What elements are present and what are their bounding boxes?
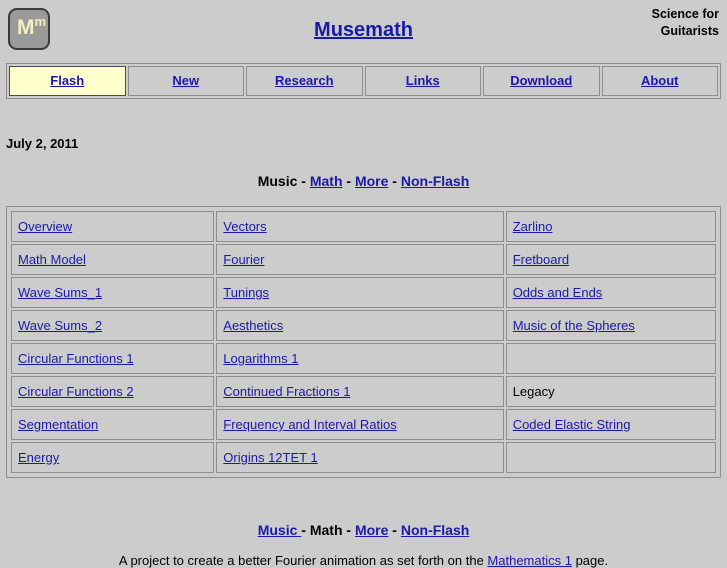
nav-tab-research-label: Research bbox=[274, 73, 334, 88]
topic-link-segmentation[interactable]: Segmentation bbox=[18, 417, 98, 432]
table-row: Segmentation Frequency and Interval Rati… bbox=[11, 409, 716, 440]
grid-cell[interactable]: Circular Functions 1 bbox=[11, 343, 215, 374]
topic-link-tunings[interactable]: Tunings bbox=[223, 285, 269, 300]
grid-cell[interactable]: Energy bbox=[11, 442, 215, 473]
section-nav-top-item-more[interactable]: More bbox=[355, 173, 388, 189]
grid-cell[interactable]: Logarithms 1 bbox=[216, 343, 504, 374]
tagline-line-2: Guitarists bbox=[660, 24, 719, 38]
topic-link-logarithms-1[interactable]: Logarithms 1 bbox=[223, 351, 298, 366]
section-nav-bottom-sep-1: - bbox=[301, 522, 306, 538]
topic-link-coded-elastic-string[interactable]: Coded Elastic String bbox=[513, 417, 631, 432]
main-navigation: Flash New Research Links Download About bbox=[6, 63, 721, 99]
grid-cell[interactable]: Wave Sums_2 bbox=[11, 310, 215, 341]
grid-cell[interactable]: Wave Sums_1 bbox=[11, 277, 215, 308]
site-title-link[interactable]: Musemath bbox=[314, 19, 413, 41]
topic-link-music-of-the-spheres[interactable]: Music of the Spheres bbox=[513, 318, 635, 333]
topic-link-zarlino[interactable]: Zarlino bbox=[513, 219, 553, 234]
topic-link-fourier[interactable]: Fourier bbox=[223, 252, 264, 267]
table-row: Energy Origins 12TET 1 bbox=[11, 442, 716, 473]
nav-tab-new[interactable]: New bbox=[127, 66, 244, 96]
section-nav-bottom-item-non-flash[interactable]: Non-Flash bbox=[401, 522, 469, 538]
section-nav-bottom-item-more[interactable]: More bbox=[355, 522, 388, 538]
footer-link-mathematics-1[interactable]: Mathematics 1 bbox=[487, 553, 572, 568]
grid-cell[interactable]: Circular Functions 2 bbox=[11, 376, 215, 407]
nav-tab-about[interactable]: About bbox=[601, 66, 718, 96]
table-row: Circular Functions 1 Logarithms 1 bbox=[11, 343, 716, 374]
page-header: Mm Musemath Science for Guitarists bbox=[0, 0, 727, 60]
topic-link-fretboard[interactable]: Fretboard bbox=[513, 252, 569, 267]
nav-tab-new-label: New bbox=[172, 73, 200, 88]
grid-cell[interactable]: Coded Elastic String bbox=[505, 409, 716, 440]
section-nav-top-item-music: Music bbox=[257, 173, 298, 189]
topic-label-legacy: Legacy bbox=[512, 384, 555, 399]
grid-cell[interactable]: Origins 12TET 1 bbox=[216, 442, 504, 473]
topic-grid-container: Overview Vectors Zarlino Math Model Four… bbox=[6, 206, 721, 478]
site-tagline: Science for Guitarists bbox=[539, 6, 719, 40]
nav-tab-download[interactable]: Download bbox=[483, 66, 600, 96]
grid-cell[interactable]: Fretboard bbox=[505, 244, 716, 275]
table-row: Circular Functions 2 Continued Fractions… bbox=[11, 376, 716, 407]
section-nav-top-sep-1: - bbox=[301, 173, 306, 189]
grid-cell[interactable]: Frequency and Interval Ratios bbox=[216, 409, 504, 440]
topic-link-frequency-and-interval-ratios[interactable]: Frequency and Interval Ratios bbox=[223, 417, 396, 432]
topic-link-overview[interactable]: Overview bbox=[18, 219, 72, 234]
section-nav-bottom-item-music[interactable]: Music bbox=[258, 522, 302, 538]
grid-cell-empty bbox=[505, 343, 716, 374]
section-nav-bottom-sep-2: - bbox=[346, 522, 352, 538]
topic-link-wave-sums-1[interactable]: Wave Sums_1 bbox=[18, 285, 102, 300]
topic-grid: Overview Vectors Zarlino Math Model Four… bbox=[9, 209, 718, 475]
nav-tab-download-label: Download bbox=[510, 73, 573, 88]
nav-tab-links[interactable]: Links bbox=[364, 66, 481, 96]
grid-cell[interactable]: Aesthetics bbox=[216, 310, 504, 341]
grid-cell: Legacy bbox=[505, 376, 716, 407]
section-nav-bottom-item-math: Math bbox=[309, 522, 343, 538]
table-row: Wave Sums_2 Aesthetics Music of the Sphe… bbox=[11, 310, 716, 341]
nav-tab-flash[interactable]: Flash bbox=[9, 66, 126, 96]
section-nav-top: Music - Math - More - Non-Flash bbox=[0, 173, 727, 189]
table-row: Wave Sums_1 Tunings Odds and Ends bbox=[11, 277, 716, 308]
nav-tab-about-label: About bbox=[640, 73, 679, 88]
topic-link-math-model[interactable]: Math Model bbox=[18, 252, 86, 267]
grid-cell[interactable]: Fourier bbox=[216, 244, 504, 275]
topic-link-aesthetics[interactable]: Aesthetics bbox=[223, 318, 283, 333]
publication-date: July 2, 2011 bbox=[6, 136, 79, 151]
grid-cell[interactable]: Vectors bbox=[216, 211, 504, 242]
topic-link-wave-sums-2[interactable]: Wave Sums_2 bbox=[18, 318, 102, 333]
topic-link-odds-and-ends[interactable]: Odds and Ends bbox=[513, 285, 603, 300]
grid-cell[interactable]: Zarlino bbox=[505, 211, 716, 242]
grid-cell[interactable]: Overview bbox=[11, 211, 215, 242]
nav-tab-links-label: Links bbox=[405, 73, 440, 88]
table-row: Overview Vectors Zarlino bbox=[11, 211, 716, 242]
table-row: Math Model Fourier Fretboard bbox=[11, 244, 716, 275]
nav-tab-flash-label: Flash bbox=[50, 73, 85, 88]
section-nav-top-item-non-flash[interactable]: Non-Flash bbox=[401, 173, 469, 189]
footer-text-after: page. bbox=[571, 553, 609, 568]
topic-link-continued-fractions-1[interactable]: Continued Fractions 1 bbox=[223, 384, 350, 399]
section-nav-top-sep-3: - bbox=[392, 173, 397, 189]
page-footer: A project to create a better Fourier ani… bbox=[0, 553, 727, 568]
nav-tab-research[interactable]: Research bbox=[246, 66, 363, 96]
grid-cell[interactable]: Segmentation bbox=[11, 409, 215, 440]
topic-link-energy[interactable]: Energy bbox=[18, 450, 59, 465]
nav-tab-list: Flash New Research Links Download About bbox=[9, 66, 718, 96]
topic-link-circular-functions-1[interactable]: Circular Functions 1 bbox=[18, 351, 134, 366]
topic-link-circular-functions-2[interactable]: Circular Functions 2 bbox=[18, 384, 134, 399]
grid-cell[interactable]: Continued Fractions 1 bbox=[216, 376, 504, 407]
topic-link-origins-12tet-1[interactable]: Origins 12TET 1 bbox=[223, 450, 317, 465]
grid-cell[interactable]: Music of the Spheres bbox=[505, 310, 716, 341]
footer-text-before: A project to create a better Fourier ani… bbox=[118, 553, 488, 568]
section-nav-top-sep-2: - bbox=[346, 173, 352, 189]
grid-cell-empty bbox=[505, 442, 716, 473]
topic-link-vectors[interactable]: Vectors bbox=[223, 219, 266, 234]
grid-cell[interactable]: Math Model bbox=[11, 244, 215, 275]
tagline-line-1: Science for bbox=[651, 7, 719, 21]
section-nav-top-item-math[interactable]: Math bbox=[310, 173, 343, 189]
grid-cell[interactable]: Tunings bbox=[216, 277, 504, 308]
section-nav-bottom-sep-3: - bbox=[392, 522, 397, 538]
section-nav-bottom: Music - Math - More - Non-Flash bbox=[0, 522, 727, 538]
grid-cell[interactable]: Odds and Ends bbox=[505, 277, 716, 308]
